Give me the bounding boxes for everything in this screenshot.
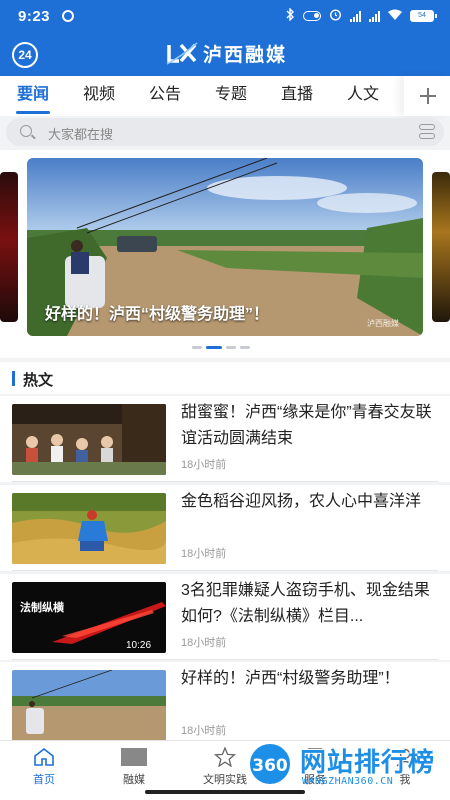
carousel-dot-active[interactable] [206,346,222,349]
signal-icon-1 [350,10,361,22]
watermark-name: 网站排行榜 [300,747,436,777]
news-thumbnail [12,493,166,564]
tab-video[interactable]: 视频 [66,76,132,116]
watermark-url: WANGZHAN360.CN [302,776,394,787]
news-time: 18小时前 [181,637,227,649]
home-indicator[interactable] [145,790,305,794]
news-item[interactable]: 甜蜜蜜！泸西“缘来是你”青春交友联谊活动圆满结束 18小时前 [0,396,450,482]
scan-icon[interactable] [418,123,436,141]
tab-headlines[interactable]: 要闻 [0,76,66,116]
carousel-dot[interactable] [240,346,250,349]
app-title: 泸西融媒 [203,45,288,66]
prev-slide-peek[interactable] [0,172,18,322]
alarm-icon [329,8,342,24]
svg-text:泸西融媒: 泸西融媒 [367,318,399,328]
carousel-dot[interactable] [226,346,236,349]
tab-culture[interactable]: 人文 [330,76,396,116]
hot-section-title: 热文 [23,372,54,389]
media-icon [104,747,164,769]
app-logo: 泸西融媒 [165,40,287,67]
search-icon [20,125,32,137]
carousel-indicator [192,346,250,349]
tab-live[interactable]: 直播 [264,76,330,116]
home-icon [14,747,74,769]
news-item[interactable]: 法制纵横 10:26 3名犯罪嫌疑人盗窃手机、现金结果如何?《法制纵横》栏目..… [0,574,450,660]
news-title: 甜蜜蜜！泸西“缘来是你”青春交友联谊活动圆满结束 [181,404,432,447]
video-duration: 10:26 [126,640,151,651]
signal-icon-2 [369,10,380,22]
tab-topics[interactable]: 专题 [198,76,264,116]
news-item[interactable]: 好样的！泸西“村级警务助理”！ 18小时前 [0,662,450,748]
news-thumbnail [12,670,166,741]
status-bar: 9:23 54 [0,0,450,32]
next-slide-peek[interactable] [432,172,450,322]
bluetooth-icon [286,7,295,24]
section-accent [12,371,15,386]
news-title: 3名犯罪嫌疑人盗窃手机、现金结果如何?《法制纵横》栏目... [181,582,430,625]
watermark-badge: 360 [248,742,292,786]
nav-media[interactable]: 融媒 [104,747,164,787]
news-title: 好样的！泸西“村级警务助理”！ [181,670,400,687]
wifi-icon [388,9,402,23]
weekly-badge[interactable]: 24 [12,42,38,68]
battery-icon: 54 [410,10,437,22]
add-channel-icon[interactable] [404,76,450,116]
hot-section-header: 热文 [0,362,450,394]
site-watermark: 360 网站排行榜 WANGZHAN360.CN [246,738,446,796]
search-placeholder: 大家都在搜 [48,127,114,142]
news-thumbnail [12,404,166,475]
news-time: 18小时前 [181,725,227,737]
channel-tabs: 要闻 视频 公告 专题 直播 人文 [0,76,450,116]
divider [12,570,438,571]
nav-label: 融媒 [123,774,145,786]
tab-notice[interactable]: 公告 [132,76,198,116]
toggle-icon [303,11,321,21]
divider [12,481,438,482]
status-icons: 54 [286,7,437,24]
thumb-label: 法制纵横 [20,600,65,614]
app-header: 9:23 54 24 泸西融媒 [0,0,450,76]
search-bar[interactable]: 大家都在搜 [6,118,444,146]
news-item[interactable]: 金色稻谷迎风扬，农人心中喜洋洋 18小时前 [0,485,450,571]
tab-list: 要闻 视频 公告 专题 直播 人文 [0,76,405,116]
banner-carousel: 泸西融媒 好样的！泸西“村级警务助理”！ [0,150,450,358]
status-time: 9:23 [18,8,51,25]
nav-label: 首页 [33,774,55,786]
news-thumbnail: 法制纵横 10:26 [12,582,166,653]
news-time: 18小时前 [181,548,227,560]
news-title: 金色稻谷迎风扬，农人心中喜洋洋 [181,493,422,510]
banner-caption: 好样的！泸西“村级警务助理”！ [45,306,270,323]
logo-mark-icon [165,41,199,67]
nav-home[interactable]: 首页 [14,747,74,787]
divider [12,659,438,660]
banner-slide[interactable]: 泸西融媒 好样的！泸西“村级警务助理”！ [27,158,423,336]
news-time: 18小时前 [181,459,227,471]
carousel-dot[interactable] [192,346,202,349]
notification-icon [62,10,74,22]
